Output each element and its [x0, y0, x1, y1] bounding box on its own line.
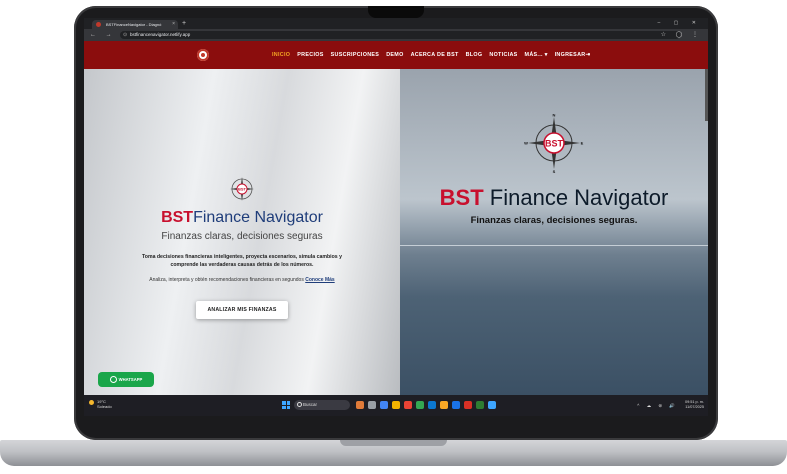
nav-item-blog[interactable]: BLOG — [466, 52, 483, 58]
hero-subtext-text: Analiza, interpreta y obtén recomendacio… — [149, 277, 304, 283]
taskbar-apps — [356, 401, 496, 409]
taskbar-app-icon[interactable] — [392, 401, 400, 409]
url-text: bstfinancenavigator.netlify.app — [130, 32, 191, 37]
nav-item-acerca[interactable]: ACERCA DE BST — [411, 52, 459, 58]
compass-w: W — [524, 141, 528, 146]
nav-item-demo[interactable]: DEMO — [386, 52, 403, 58]
browser-actions[interactable]: ☆ ◯ ⋮ — [661, 29, 702, 41]
whatsapp-button[interactable]: WHATSAPP — [98, 372, 154, 387]
nav-item-ingresar[interactable]: INGRESAR⇥ — [555, 52, 591, 58]
weather-desc: Soleado — [97, 404, 112, 409]
url-field[interactable]: ⊙ bstfinancenavigator.netlify.app — [120, 31, 680, 39]
brand-title: BSTFinance Navigator — [84, 209, 400, 227]
compass-e: E — [581, 141, 584, 146]
analyze-finances-button[interactable]: ANALIZAR MIS FINANZAS — [196, 301, 288, 319]
brand-rest: Finance Navigator — [193, 209, 323, 226]
search-placeholder: Buscar — [303, 402, 318, 407]
laptop-base-notch — [340, 440, 447, 446]
hero-description: Toma decisiones financieras inteligentes… — [142, 254, 342, 268]
site-info-icon[interactable]: ⊙ — [123, 31, 127, 39]
tab-title: BSTFinanceNavigator - Diagnó — [106, 22, 162, 27]
address-bar-row: ← → ↻ ⊙ bstfinancenavigator.netlify.app … — [84, 29, 708, 41]
site-logo-icon[interactable] — [197, 49, 209, 61]
taskbar-app-icon[interactable] — [404, 401, 412, 409]
system-tray[interactable]: ^ ☁ ⊜ 🔊 — [637, 395, 678, 416]
sea-horizon — [400, 245, 708, 246]
new-tab-button[interactable]: + — [182, 19, 186, 28]
windows-start-icon[interactable] — [282, 401, 290, 409]
sun-icon — [89, 400, 94, 405]
close-tab-icon[interactable]: × — [172, 20, 175, 29]
slogan: Finanzas claras, decisiones seguras — [161, 231, 323, 242]
nav-item-inicio[interactable]: INICIO — [272, 52, 290, 58]
taskbar-clock[interactable]: 09:51 p. m. 11/07/2025 — [685, 400, 704, 410]
brand-title-large: BST Finance Navigator — [400, 185, 708, 211]
laptop-frame: BSTFinanceNavigator - Diagnó × + – ▢ ✕ ←… — [74, 6, 718, 440]
whatsapp-label: WHATSAPP — [118, 377, 143, 382]
hero-left-panel: BST BSTFinance Navigator Finanzas claras… — [84, 69, 400, 395]
browser-tab-bar: BSTFinanceNavigator - Diagnó × + – ▢ ✕ — [84, 18, 708, 29]
brand-large-bst: BST — [439, 185, 484, 210]
site-navbar: INICIO PRECIOS SUSCRIPCIONES DEMO ACERCA… — [84, 41, 708, 69]
site-menu: INICIO PRECIOS SUSCRIPCIONES DEMO ACERCA… — [272, 41, 590, 69]
nav-item-precios[interactable]: PRECIOS — [297, 52, 323, 58]
taskbar-app-icon[interactable] — [464, 401, 472, 409]
taskbar-search[interactable]: Buscar — [294, 400, 350, 410]
window-controls[interactable]: – ▢ ✕ — [658, 18, 702, 29]
slogan-large: Finanzas claras, decisiones seguras. — [470, 215, 638, 226]
taskbar-app-icon[interactable] — [488, 401, 496, 409]
taskbar-app-icon[interactable] — [428, 401, 436, 409]
taskbar-app-icon[interactable] — [440, 401, 448, 409]
clock-date: 11/07/2025 — [685, 405, 704, 409]
taskbar-app-icon[interactable] — [380, 401, 388, 409]
brand-bst: BST — [161, 209, 194, 226]
page-scrollbar[interactable] — [705, 69, 708, 121]
favicon-icon — [96, 22, 101, 27]
taskbar-app-icon[interactable] — [452, 401, 460, 409]
taskbar-app-icon[interactable] — [368, 401, 376, 409]
weather-widget[interactable]: 19°C Soleado — [89, 399, 112, 409]
nav-item-mas[interactable]: MÁS... ▾ — [525, 52, 548, 58]
whatsapp-icon — [109, 376, 117, 384]
hero-right-panel: BST N S E W BST Finance Navigator Finanz… — [400, 69, 708, 395]
search-icon — [297, 402, 302, 407]
hero-subtext: Analiza, interpreta y obtén recomendacio… — [84, 277, 400, 283]
compass-n: N — [553, 113, 556, 118]
camera-notch — [368, 6, 424, 18]
compass-icon: BST — [230, 177, 254, 201]
compass-rose-icon: BST N S E W — [524, 113, 584, 173]
compass-big-label: BST — [545, 139, 564, 149]
windows-taskbar: 19°C Soleado Buscar ^ ☁ ⊜ 🔊 09:51 p. m. … — [84, 395, 708, 416]
taskbar-app-icon[interactable] — [416, 401, 424, 409]
brand-large-rest: Finance Navigator — [483, 185, 669, 210]
compass-label: BST — [238, 187, 247, 192]
taskbar-app-icon[interactable] — [476, 401, 484, 409]
laptop-screen: BSTFinanceNavigator - Diagnó × + – ▢ ✕ ←… — [84, 18, 708, 416]
browser-tab[interactable]: BSTFinanceNavigator - Diagnó × — [92, 20, 178, 29]
laptop-base — [0, 440, 787, 466]
taskbar-app-icon[interactable] — [356, 401, 364, 409]
compass-s: S — [553, 169, 556, 173]
nav-item-noticias[interactable]: NOTICIAS — [489, 52, 517, 58]
conoce-mas-link[interactable]: Conoce Más — [305, 277, 334, 283]
nav-item-suscripciones[interactable]: SUSCRIPCIONES — [331, 52, 380, 58]
